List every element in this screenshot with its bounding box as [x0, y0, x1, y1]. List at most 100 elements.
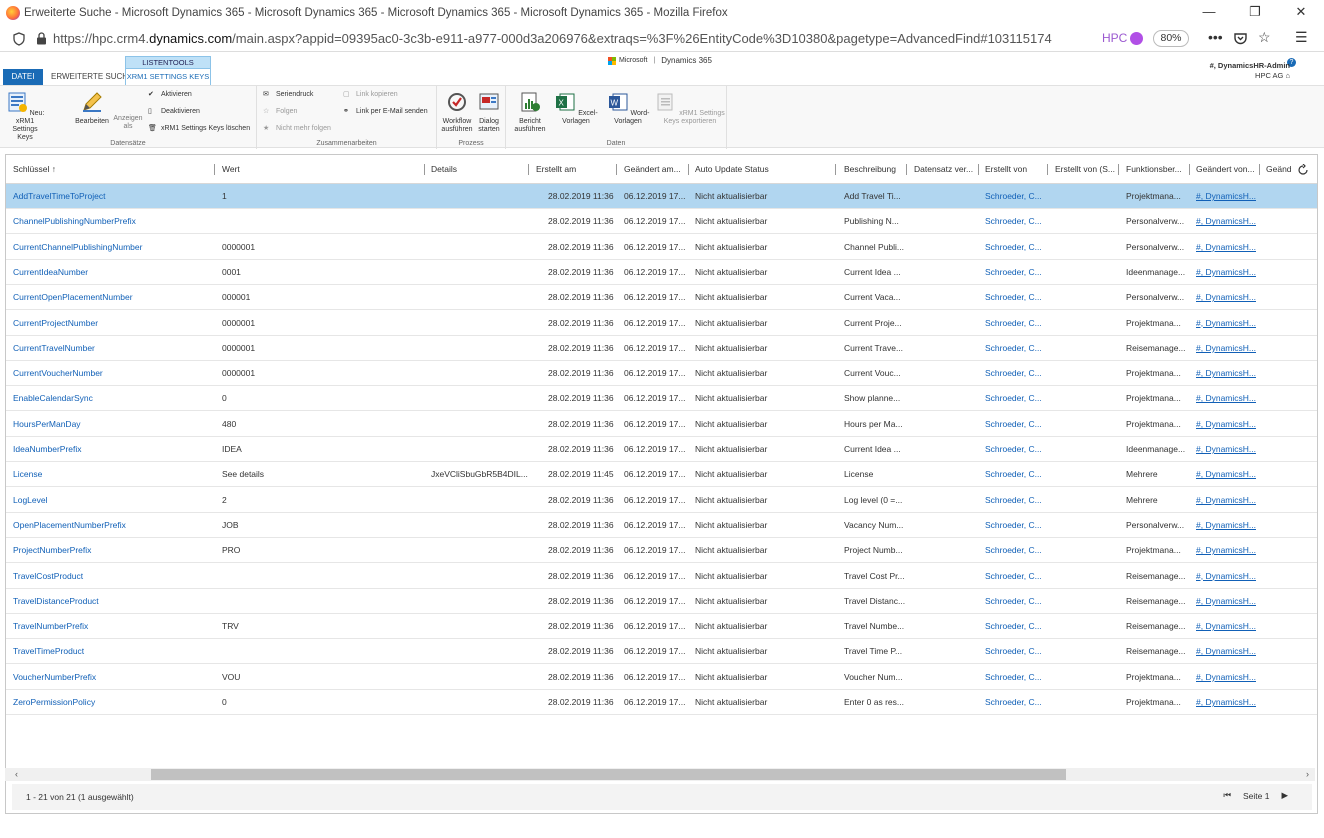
cell-geaendert-von[interactable]: #, DynamicsH... — [1196, 260, 1260, 285]
activate-button[interactable]: ✔ Aktivieren — [148, 90, 192, 99]
tab-datei[interactable]: DATEI — [3, 69, 43, 85]
cell-schluessel[interactable]: ProjectNumberPrefix — [13, 538, 213, 563]
cell-erstellt-von[interactable]: Schroeder, C... — [985, 564, 1047, 589]
zoom-indicator[interactable]: 80% — [1153, 30, 1189, 47]
cell-erstellt-von[interactable]: Schroeder, C... — [985, 209, 1047, 234]
cell-erstellt-von[interactable]: Schroeder, C... — [985, 260, 1047, 285]
table-row[interactable]: CurrentTravelNumber 0000001 28.02.2019 11:… — [6, 336, 1317, 361]
column-header-geaendert-am[interactable]: Geändert am... — [624, 155, 688, 184]
cell-erstellt-von[interactable]: Schroeder, C... — [985, 639, 1047, 664]
cell-geaendert-von[interactable]: #, DynamicsH... — [1196, 665, 1260, 690]
cell-schluessel[interactable]: ChannelPublishingNumberPrefix — [13, 209, 213, 234]
column-header-geaendert-von[interactable]: Geändert von... — [1196, 155, 1259, 184]
restore-button[interactable]: ❐ — [1232, 0, 1278, 26]
table-row[interactable]: ChannelPublishingNumberPrefix 28.02.2019 … — [6, 209, 1317, 235]
column-header-funktionsber[interactable]: Funktionsber... — [1126, 155, 1189, 184]
table-row[interactable]: HoursPerManDay 480 28.02.2019 11:36 06.12.2… — [6, 412, 1317, 437]
column-header-details[interactable]: Details — [431, 155, 526, 184]
cell-geaendert-von[interactable]: #, DynamicsH... — [1196, 336, 1260, 361]
new-record-button[interactable]: Neu: xRM1 Settings Keys — [4, 91, 46, 142]
cell-schluessel[interactable]: OpenPlacementNumberPrefix — [13, 513, 213, 538]
scroll-right-icon[interactable]: › — [1306, 768, 1309, 781]
unfollow-button[interactable]: ★ Nicht mehr folgen — [263, 124, 331, 133]
cell-geaendert-von[interactable]: #, DynamicsH... — [1196, 184, 1260, 209]
cell-erstellt-von[interactable]: Schroeder, C... — [985, 488, 1047, 513]
cell-erstellt-von[interactable]: Schroeder, C... — [985, 462, 1047, 487]
tracking-shield-icon[interactable] — [12, 31, 26, 46]
excel-templates-button[interactable]: X Excel-Vorlagen — [552, 91, 600, 126]
cell-erstellt-von[interactable]: Schroeder, C... — [985, 690, 1047, 715]
cell-schluessel[interactable]: IdeaNumberPrefix — [13, 437, 213, 462]
edit-button[interactable]: Bearbeiten — [74, 91, 110, 126]
cell-schluessel[interactable]: EnableCalendarSync — [13, 386, 213, 411]
cell-schluessel[interactable]: CurrentChannelPublishingNumber — [13, 235, 213, 260]
tab-xrm1-settings-keys[interactable]: XRM1 SETTINGS KEYS — [125, 68, 211, 85]
cell-erstellt-von[interactable]: Schroeder, C... — [985, 184, 1047, 209]
menu-icon[interactable]: ☰ — [1295, 29, 1308, 46]
table-row[interactable]: VoucherNumberPrefix VOU 28.02.2019 11:36 06… — [6, 665, 1317, 690]
cell-erstellt-von[interactable]: Schroeder, C... — [985, 513, 1047, 538]
cell-erstellt-von[interactable]: Schroeder, C... — [985, 386, 1047, 411]
run-report-button[interactable]: Bericht ausführen — [509, 91, 551, 134]
table-row[interactable]: IdeaNumberPrefix IDEA 28.02.2019 11:36 06.1… — [6, 437, 1317, 462]
cell-geaendert-von[interactable]: #, DynamicsH... — [1196, 513, 1260, 538]
cell-erstellt-von[interactable]: Schroeder, C... — [985, 538, 1047, 563]
export-button[interactable]: xRM1 Settings Keys exportieren — [655, 91, 725, 126]
table-row[interactable]: CurrentVoucherNumber 0000001 28.02.2019 11… — [6, 361, 1317, 387]
close-button[interactable]: ✕ — [1278, 0, 1324, 26]
cell-schluessel[interactable]: ZeroPermissionPolicy — [13, 690, 213, 715]
url-input[interactable]: https://hpc.crm4.dynamics.com/main.aspx?… — [53, 31, 1052, 46]
cell-geaendert-von[interactable]: #, DynamicsH... — [1196, 564, 1260, 589]
column-header-wert[interactable]: Wert — [222, 155, 422, 184]
cell-geaendert-von[interactable]: #, DynamicsH... — [1196, 311, 1260, 336]
cell-geaendert-von[interactable]: #, DynamicsH... — [1196, 386, 1260, 411]
word-templates-button[interactable]: W Word-Vorlagen — [603, 91, 653, 126]
table-row[interactable]: ZeroPermissionPolicy 0 28.02.2019 11:36 06.… — [6, 690, 1317, 715]
cell-erstellt-von[interactable]: Schroeder, C... — [985, 311, 1047, 336]
email-link-button[interactable]: ⚭ Link per E-Mail senden — [343, 107, 428, 116]
table-row[interactable]: LogLevel 2 28.02.2019 11:36 06.12.2019 17..… — [6, 488, 1317, 513]
cell-schluessel[interactable]: LogLevel — [13, 488, 213, 513]
run-workflow-button[interactable]: Workflow ausführen — [440, 91, 474, 134]
cell-schluessel[interactable]: TravelDistanceProduct — [13, 589, 213, 614]
scrollbar-thumb[interactable] — [151, 769, 1066, 780]
cell-geaendert-von[interactable]: #, DynamicsH... — [1196, 235, 1260, 260]
show-as-button[interactable]: Anzeigen als — [112, 115, 144, 131]
cell-geaendert-von[interactable]: #, DynamicsH... — [1196, 412, 1260, 437]
cell-erstellt-von[interactable]: Schroeder, C... — [985, 361, 1047, 386]
cell-erstellt-von[interactable]: Schroeder, C... — [985, 412, 1047, 437]
column-header-erstellt-von-s[interactable]: Erstellt von (S... — [1055, 155, 1118, 184]
table-row[interactable]: ProjectNumberPrefix PRO 28.02.2019 11:36 06… — [6, 538, 1317, 564]
column-header-geaendert-x[interactable]: Geänd — [1266, 155, 1296, 184]
cell-erstellt-von[interactable]: Schroeder, C... — [985, 665, 1047, 690]
table-row[interactable]: TravelNumberPrefix TRV 28.02.2019 11:36 06.… — [6, 614, 1317, 640]
start-dialog-button[interactable]: Dialog starten — [475, 91, 503, 134]
table-row[interactable]: EnableCalendarSync 0 28.02.2019 11:36 06.12… — [6, 386, 1317, 412]
cell-geaendert-von[interactable]: #, DynamicsH... — [1196, 589, 1260, 614]
copy-link-button[interactable]: ▢ Link kopieren — [343, 90, 398, 99]
tab-erweiterte-suche[interactable]: ERWEITERTE SUCHE — [47, 69, 137, 85]
column-header-datensatz-ver[interactable]: Datensatz ver... — [914, 155, 978, 184]
refresh-icon[interactable] — [1297, 164, 1309, 176]
mail-merge-button[interactable]: ✉ Seriendruck — [263, 90, 313, 99]
container-badge[interactable]: HPC — [1102, 31, 1144, 45]
cell-schluessel[interactable]: CurrentProjectNumber — [13, 311, 213, 336]
table-row[interactable]: OpenPlacementNumberPrefix JOB 28.02.2019 1… — [6, 513, 1317, 538]
cell-erstellt-von[interactable]: Schroeder, C... — [985, 336, 1047, 361]
cell-geaendert-von[interactable]: #, DynamicsH... — [1196, 462, 1260, 487]
cell-erstellt-von[interactable]: Schroeder, C... — [985, 285, 1047, 310]
cell-geaendert-von[interactable]: #, DynamicsH... — [1196, 209, 1260, 234]
table-row[interactable]: CurrentChannelPublishingNumber 0000001 28.… — [6, 235, 1317, 260]
column-header-schluessel[interactable]: Schlüssel ↑ — [13, 155, 213, 184]
pocket-icon[interactable] — [1233, 31, 1248, 46]
minimize-button[interactable]: — — [1186, 0, 1232, 26]
table-row[interactable]: TravelTimeProduct 28.02.2019 11:36 06.12.2… — [6, 639, 1317, 665]
scroll-left-icon[interactable]: ‹ — [15, 768, 18, 781]
cell-schluessel[interactable]: HoursPerManDay — [13, 412, 213, 437]
table-row[interactable]: License See details JxeVCliSbuGbR5B4DIL...… — [6, 462, 1317, 488]
cell-erstellt-von[interactable]: Schroeder, C... — [985, 437, 1047, 462]
cell-schluessel[interactable]: CurrentIdeaNumber — [13, 260, 213, 285]
cell-geaendert-von[interactable]: #, DynamicsH... — [1196, 361, 1260, 386]
cell-schluessel[interactable]: License — [13, 462, 213, 487]
cell-geaendert-von[interactable]: #, DynamicsH... — [1196, 437, 1260, 462]
